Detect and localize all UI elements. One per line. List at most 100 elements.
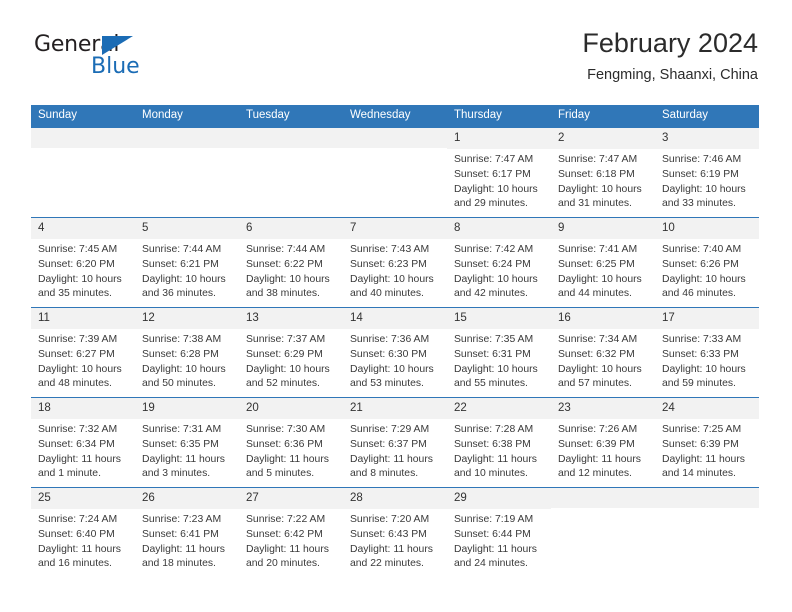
day-cell[interactable]: 15 Sunrise: 7:35 AM Sunset: 6:31 PM Dayligh… (447, 307, 551, 397)
daylight-text-line1: Daylight: 10 hours (662, 363, 746, 375)
daylight-text-line1: Daylight: 10 hours (142, 363, 226, 375)
day-cell[interactable]: 20 Sunrise: 7:30 AM Sunset: 6:36 PM Dayligh… (239, 397, 343, 487)
day-cell[interactable]: 11 Sunrise: 7:39 AM Sunset: 6:27 PM Dayligh… (31, 307, 135, 397)
day-cell[interactable]: 10 Sunrise: 7:40 AM Sunset: 6:26 PM Dayligh… (655, 217, 759, 307)
sunrise-text: Sunrise: 7:33 AM (662, 334, 742, 346)
sun-times: Sunrise: 7:41 AM Sunset: 6:25 PM Daylight:… (551, 239, 655, 306)
sunset-text: Sunset: 6:26 PM (662, 258, 739, 270)
daylight-text-line2: and 18 minutes. (142, 558, 216, 570)
day-cell[interactable]: 7 Sunrise: 7:43 AM Sunset: 6:23 PM Daylight… (343, 217, 447, 307)
day-cell[interactable]: 29 Sunrise: 7:19 AM Sunset: 6:44 PM Dayligh… (447, 487, 551, 577)
day-cell[interactable]: 4 Sunrise: 7:45 AM Sunset: 6:20 PM Daylight… (31, 217, 135, 307)
daylight-text-line2: and 55 minutes. (454, 378, 528, 390)
sunset-text: Sunset: 6:25 PM (558, 258, 635, 270)
day-cell[interactable]: 26 Sunrise: 7:23 AM Sunset: 6:41 PM Dayligh… (135, 487, 239, 577)
daylight-text-line2: and 35 minutes. (38, 288, 112, 300)
sunset-text: Sunset: 6:39 PM (662, 438, 739, 450)
day-number: 21 (343, 397, 447, 420)
day-cell[interactable]: 18 Sunrise: 7:32 AM Sunset: 6:34 PM Dayligh… (31, 397, 135, 487)
sun-times: Sunrise: 7:45 AM Sunset: 6:20 PM Daylight:… (31, 239, 135, 306)
daylight-text-line1: Daylight: 10 hours (454, 273, 538, 285)
weekday-header-saturday: Saturday (662, 109, 709, 121)
calendar-page: General Blue February 2024 Fengming, Sha… (0, 0, 792, 612)
daylight-text-line1: Daylight: 10 hours (246, 363, 330, 375)
daylight-text-line1: Daylight: 10 hours (350, 363, 434, 375)
day-cell[interactable]: 3 Sunrise: 7:46 AM Sunset: 6:19 PM Daylight… (655, 127, 759, 217)
day-cell[interactable]: 28 Sunrise: 7:20 AM Sunset: 6:43 PM Dayligh… (343, 487, 447, 577)
day-cell[interactable]: 22 Sunrise: 7:28 AM Sunset: 6:38 PM Dayligh… (447, 397, 551, 487)
day-cell[interactable]: 23 Sunrise: 7:26 AM Sunset: 6:39 PM Dayligh… (551, 397, 655, 487)
day-cell[interactable]: 5 Sunrise: 7:44 AM Sunset: 6:21 PM Daylight… (135, 217, 239, 307)
day-cell[interactable]: 12 Sunrise: 7:38 AM Sunset: 6:28 PM Dayligh… (135, 307, 239, 397)
sunset-text: Sunset: 6:35 PM (142, 438, 219, 450)
sunrise-text: Sunrise: 7:19 AM (454, 514, 534, 526)
general-blue-logo[interactable]: General Blue (34, 34, 164, 86)
calendar-week-row: 18 Sunrise: 7:32 AM Sunset: 6:34 PM Dayligh… (31, 396, 759, 487)
day-cell[interactable]: 16 Sunrise: 7:34 AM Sunset: 6:32 PM Dayligh… (551, 307, 655, 397)
daylight-text-line2: and 36 minutes. (142, 288, 216, 300)
day-cell[interactable]: 1 Sunrise: 7:47 AM Sunset: 6:17 PM Daylight… (447, 127, 551, 217)
day-cell[interactable]: 9 Sunrise: 7:41 AM Sunset: 6:25 PM Daylight… (551, 217, 655, 307)
sunrise-text: Sunrise: 7:32 AM (38, 424, 118, 436)
daylight-text-line1: Daylight: 11 hours (350, 453, 433, 465)
sun-times: Sunrise: 7:31 AM Sunset: 6:35 PM Daylight:… (135, 419, 239, 486)
day-cell[interactable]: 25 Sunrise: 7:24 AM Sunset: 6:40 PM Dayligh… (31, 487, 135, 577)
sunset-text: Sunset: 6:17 PM (454, 168, 531, 180)
daylight-text-line2: and 57 minutes. (558, 378, 632, 390)
sun-times: Sunrise: 7:36 AM Sunset: 6:30 PM Daylight:… (343, 329, 447, 396)
sunset-text: Sunset: 6:39 PM (558, 438, 635, 450)
day-cell[interactable]: 17 Sunrise: 7:33 AM Sunset: 6:33 PM Dayligh… (655, 307, 759, 397)
day-cell[interactable]: 19 Sunrise: 7:31 AM Sunset: 6:35 PM Dayligh… (135, 397, 239, 487)
daylight-text-line2: and 5 minutes. (246, 468, 315, 480)
day-number: 16 (551, 307, 655, 330)
day-number (655, 487, 759, 508)
daylight-text-line1: Daylight: 11 hours (142, 543, 225, 555)
daylight-text-line2: and 3 minutes. (142, 468, 211, 480)
day-number: 17 (655, 307, 759, 330)
sunset-text: Sunset: 6:19 PM (662, 168, 739, 180)
daylight-text-line2: and 16 minutes. (38, 558, 112, 570)
day-cell[interactable]: 27 Sunrise: 7:22 AM Sunset: 6:42 PM Dayligh… (239, 487, 343, 577)
sunset-text: Sunset: 6:20 PM (38, 258, 115, 270)
sunset-text: Sunset: 6:23 PM (350, 258, 427, 270)
sun-times: Sunrise: 7:35 AM Sunset: 6:31 PM Daylight:… (447, 329, 551, 396)
day-cell[interactable]: 8 Sunrise: 7:42 AM Sunset: 6:24 PM Daylight… (447, 217, 551, 307)
sunset-text: Sunset: 6:43 PM (350, 528, 427, 540)
day-cell[interactable]: 2 Sunrise: 7:47 AM Sunset: 6:18 PM Daylight… (551, 127, 655, 217)
day-cell-empty (239, 127, 343, 217)
daylight-text-line1: Daylight: 11 hours (142, 453, 225, 465)
day-number: 14 (343, 307, 447, 330)
sunrise-text: Sunrise: 7:20 AM (350, 514, 430, 526)
daylight-text-line1: Daylight: 10 hours (38, 363, 122, 375)
sunset-text: Sunset: 6:44 PM (454, 528, 531, 540)
day-cell[interactable]: 6 Sunrise: 7:44 AM Sunset: 6:22 PM Daylight… (239, 217, 343, 307)
sun-times: Sunrise: 7:46 AM Sunset: 6:19 PM Daylight:… (655, 149, 759, 216)
day-number: 4 (31, 217, 135, 240)
calendar-week-row: 25 Sunrise: 7:24 AM Sunset: 6:40 PM Dayligh… (31, 486, 759, 577)
calendar-grid: Sunday Monday Tuesday Wednesday Thursday… (31, 105, 759, 577)
sunrise-text: Sunrise: 7:44 AM (142, 244, 222, 256)
sunrise-text: Sunrise: 7:31 AM (142, 424, 222, 436)
daylight-text-line1: Daylight: 10 hours (662, 273, 746, 285)
title-block: February 2024 Fengming, Shaanxi, China (582, 28, 758, 84)
sun-times: Sunrise: 7:30 AM Sunset: 6:36 PM Daylight:… (239, 419, 343, 486)
day-number: 13 (239, 307, 343, 330)
weekday-header-thursday: Thursday (454, 109, 502, 121)
day-number: 27 (239, 487, 343, 510)
sunset-text: Sunset: 6:28 PM (142, 348, 219, 360)
daylight-text-line2: and 59 minutes. (662, 378, 736, 390)
sunrise-text: Sunrise: 7:35 AM (454, 334, 534, 346)
sunset-text: Sunset: 6:22 PM (246, 258, 323, 270)
daylight-text-line2: and 31 minutes. (558, 198, 632, 210)
sun-times: Sunrise: 7:44 AM Sunset: 6:21 PM Daylight:… (135, 239, 239, 306)
day-cell[interactable]: 24 Sunrise: 7:25 AM Sunset: 6:39 PM Dayligh… (655, 397, 759, 487)
day-cell[interactable]: 13 Sunrise: 7:37 AM Sunset: 6:29 PM Dayligh… (239, 307, 343, 397)
page-header: General Blue February 2024 Fengming, Sha… (34, 28, 758, 100)
weekday-header-friday: Friday (558, 109, 590, 121)
daylight-text-line1: Daylight: 10 hours (558, 363, 642, 375)
sunset-text: Sunset: 6:41 PM (142, 528, 219, 540)
sun-times: Sunrise: 7:23 AM Sunset: 6:41 PM Daylight:… (135, 509, 239, 576)
day-cell[interactable]: 14 Sunrise: 7:36 AM Sunset: 6:30 PM Dayligh… (343, 307, 447, 397)
day-cell[interactable]: 21 Sunrise: 7:29 AM Sunset: 6:37 PM Dayligh… (343, 397, 447, 487)
daylight-text-line2: and 12 minutes. (558, 468, 632, 480)
